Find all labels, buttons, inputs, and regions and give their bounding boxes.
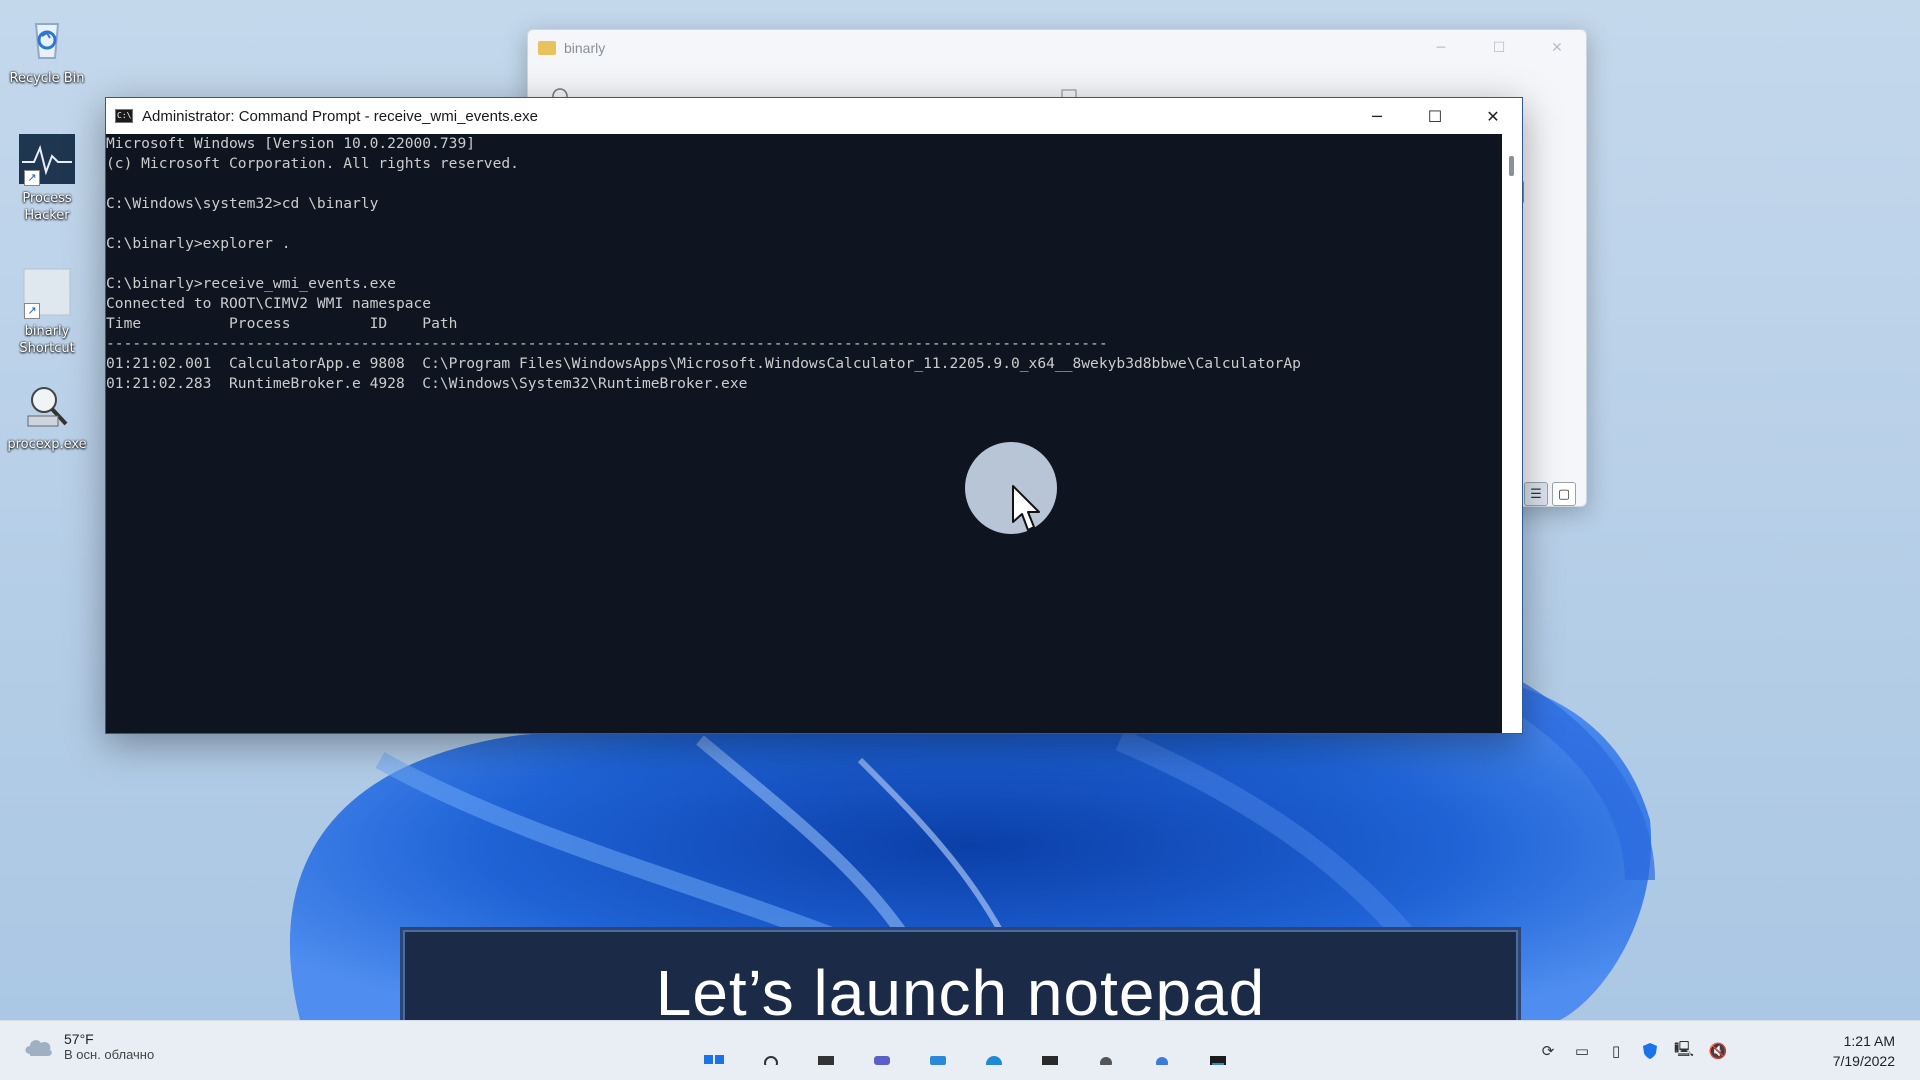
mouse-pointer-icon — [1012, 485, 1040, 531]
recycle-bin-icon — [18, 12, 76, 66]
search-icon[interactable] — [750, 1053, 790, 1077]
usb-icon[interactable]: ▯ — [1604, 1039, 1628, 1063]
terminal-icon[interactable] — [1198, 1053, 1238, 1077]
console-line: 01:21:02.283 RuntimeBroker.e 4928 C:\Win… — [106, 375, 748, 392]
console-line: 01:21:02.001 CalculatorApp.e 9808 C:\Pro… — [106, 355, 1301, 372]
maximize-button[interactable]: ☐ — [1406, 98, 1464, 134]
widgets-icon[interactable] — [918, 1053, 958, 1077]
task-view-icon[interactable] — [806, 1053, 846, 1077]
weather-widget[interactable]: 57°F В осн. облачно — [22, 1031, 154, 1062]
shortcut-arrow-icon: ↗ — [24, 303, 40, 319]
display-icon[interactable]: ▭ — [1570, 1039, 1594, 1063]
system-tray: ⟳ ▭ ▯ 🖳 🔇 — [1536, 1039, 1730, 1063]
volume-icon[interactable]: 🔇 — [1706, 1039, 1730, 1063]
edge-icon[interactable] — [974, 1053, 1014, 1077]
desktop-icon-label: procexp.exe — [7, 437, 87, 452]
console-line: (c) Microsoft Corporation. All rights re… — [106, 155, 519, 172]
cmd-caption-buttons: ─ ☐ ✕ — [1348, 98, 1522, 134]
window-title: binarly — [564, 40, 606, 56]
desktop-icon-binarly-shortcut[interactable]: ↗ binarly Shortcut — [4, 265, 90, 357]
details-view-icon[interactable]: ☰ — [1524, 482, 1548, 506]
caption-text: Let’s launch notepad — [655, 957, 1266, 1029]
view-toggle: ☰ ▢ — [1524, 482, 1576, 506]
folder-icon — [538, 41, 556, 55]
close-button[interactable]: ✕ — [1528, 30, 1586, 66]
console-line: C:\Windows\system32>cd \binarly — [106, 195, 379, 212]
sync-icon[interactable]: ⟳ — [1536, 1039, 1560, 1063]
clock-date: 7/19/2022 — [1832, 1053, 1895, 1069]
console-line: ----------------------------------------… — [106, 335, 1108, 352]
maximize-button[interactable]: ☐ — [1470, 30, 1528, 66]
shortcut-arrow-icon: ↗ — [24, 170, 40, 186]
process-hacker-icon: ↗ — [18, 132, 76, 186]
close-button[interactable]: ✕ — [1464, 98, 1522, 134]
start-icon[interactable] — [694, 1053, 734, 1077]
chat-icon[interactable] — [862, 1053, 902, 1077]
desktop-icon-label: Recycle Bin — [9, 71, 85, 86]
window-title: Administrator: Command Prompt - receive_… — [142, 107, 538, 125]
console-line: Microsoft Windows [Version 10.0.22000.73… — [106, 135, 476, 152]
cmd-titlebar[interactable]: C:\ Administrator: Command Prompt - rece… — [106, 98, 1522, 134]
procexp-icon — [18, 378, 76, 432]
clock-time: 1:21 AM — [1843, 1033, 1895, 1049]
desktop-icon-label: binarly Shortcut — [19, 324, 75, 356]
tiles-view-icon[interactable]: ▢ — [1552, 482, 1576, 506]
taskbar-apps — [694, 1053, 1238, 1077]
desktop-icon-process-hacker[interactable]: ↗ Process Hacker — [4, 132, 90, 224]
console-line: C:\binarly>explorer . — [106, 235, 291, 252]
console-line: Time Process ID Path — [106, 315, 458, 332]
shield-icon[interactable] — [1638, 1039, 1662, 1063]
folder-shortcut-icon: ↗ — [18, 265, 76, 319]
console-line: C:\binarly>receive_wmi_events.exe — [106, 275, 396, 292]
weather-temp: 57°F — [64, 1031, 94, 1047]
desktop-icon-recycle-bin[interactable]: Recycle Bin — [4, 12, 90, 87]
console-output[interactable]: Microsoft Windows [Version 10.0.22000.73… — [106, 134, 1502, 733]
explorer-caption-buttons: ─ ☐ ✕ — [1412, 30, 1586, 66]
app-icon[interactable] — [1142, 1053, 1182, 1077]
console-line: Connected to ROOT\CIMV2 WMI namespace — [106, 295, 432, 312]
minimize-button[interactable]: ─ — [1348, 98, 1406, 134]
desktop-icon-label: Process Hacker — [22, 191, 72, 223]
settings-icon[interactable] — [1086, 1053, 1126, 1077]
network-icon[interactable]: 🖳 — [1672, 1039, 1696, 1063]
console-icon: C:\ — [115, 109, 133, 123]
taskbar: 57°F В осн. облачно ⟳ ▭ ▯ 🖳 🔇 1:21 AM 7/… — [0, 1020, 1920, 1080]
desktop-icon-procexp[interactable]: procexp.exe — [4, 378, 90, 453]
console-scrollbar[interactable] — [1502, 134, 1522, 733]
minimize-button[interactable]: ─ — [1412, 30, 1470, 66]
store-icon[interactable] — [1030, 1053, 1070, 1077]
clock[interactable]: 1:21 AM 7/19/2022 — [1833, 1031, 1895, 1071]
cloud-icon — [22, 1032, 54, 1062]
weather-desc: В осн. облачно — [64, 1047, 155, 1062]
command-prompt-window[interactable]: C:\ Administrator: Command Prompt - rece… — [105, 97, 1523, 734]
scroll-thumb[interactable] — [1509, 156, 1514, 176]
